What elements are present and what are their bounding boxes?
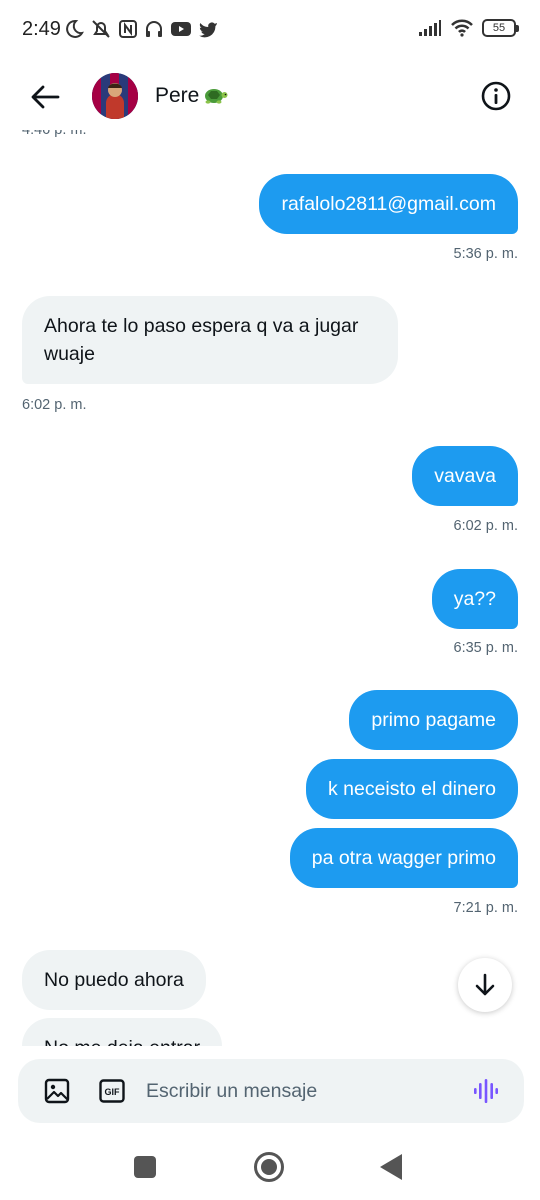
- moon-icon: [66, 19, 84, 38]
- message-timestamp: 4:46 p. m.: [22, 130, 87, 138]
- voice-message-icon[interactable]: [472, 1077, 500, 1105]
- status-bar: 2:49 55: [0, 0, 540, 62]
- turtle-icon: [205, 89, 228, 104]
- message-bubble-outgoing[interactable]: primo pagame: [349, 690, 518, 750]
- contact-name[interactable]: Pere: [155, 84, 199, 108]
- home-button[interactable]: [254, 1152, 284, 1182]
- message-bubble-incoming[interactable]: Ahora te lo paso espera q va a jugar wua…: [22, 296, 398, 384]
- status-icons-left: [64, 18, 218, 40]
- recent-apps-button[interactable]: [134, 1156, 156, 1178]
- gif-label: GIF: [105, 1087, 121, 1097]
- message-bubble-incoming[interactable]: No puedo ahora: [22, 950, 206, 1010]
- info-icon[interactable]: [480, 80, 512, 112]
- system-navigation-bar: [0, 1130, 540, 1200]
- twitter-bird-icon: [199, 22, 217, 38]
- message-bubble-outgoing[interactable]: pa otra wagger primo: [289, 828, 518, 888]
- battery-level: 55: [492, 22, 506, 34]
- nfc-icon: [119, 20, 137, 38]
- conversation-header: Pere: [0, 62, 540, 130]
- message-bubble-outgoing[interactable]: vavava: [412, 446, 518, 506]
- message-timestamp: 6:02 p. m.: [22, 397, 87, 413]
- message-input[interactable]: [146, 1073, 466, 1109]
- wifi-icon: [451, 19, 473, 37]
- scroll-to-bottom-button[interactable]: [458, 958, 512, 1012]
- youtube-icon: [171, 22, 191, 36]
- status-icons-right: 55: [418, 19, 519, 37]
- signal-icon: [419, 20, 441, 36]
- message-timestamp: 7:21 p. m.: [453, 900, 518, 916]
- status-time: 2:49: [22, 18, 61, 40]
- avatar[interactable]: [92, 73, 138, 119]
- back-arrow-icon[interactable]: [28, 80, 62, 114]
- message-bubble-outgoing[interactable]: ya??: [431, 569, 518, 629]
- home-dot: [261, 1159, 277, 1175]
- arrow-down-icon: [475, 973, 495, 996]
- gif-icon[interactable]: GIF: [99, 1079, 125, 1103]
- message-bubble-outgoing[interactable]: k neceisto el dinero: [305, 759, 518, 819]
- mute-bell-icon: [92, 20, 110, 38]
- headphones-icon: [146, 21, 162, 37]
- message-composer: GIF: [18, 1059, 524, 1123]
- battery-indicator: 55: [482, 19, 519, 37]
- message-timestamp: 6:35 p. m.: [453, 640, 518, 656]
- message-timestamp: 6:02 p. m.: [453, 518, 518, 534]
- image-icon[interactable]: [44, 1078, 70, 1104]
- system-back-button[interactable]: [380, 1154, 402, 1180]
- message-bubble-outgoing[interactable]: rafalolo2811@gmail.com: [259, 174, 518, 234]
- message-bubble-incoming[interactable]: No me deja entrar: [22, 1018, 223, 1046]
- message-list[interactable]: 4:46 p. m. rafalolo2811@gmail.com 5:36 p…: [0, 130, 540, 1046]
- message-timestamp: 5:36 p. m.: [453, 246, 518, 262]
